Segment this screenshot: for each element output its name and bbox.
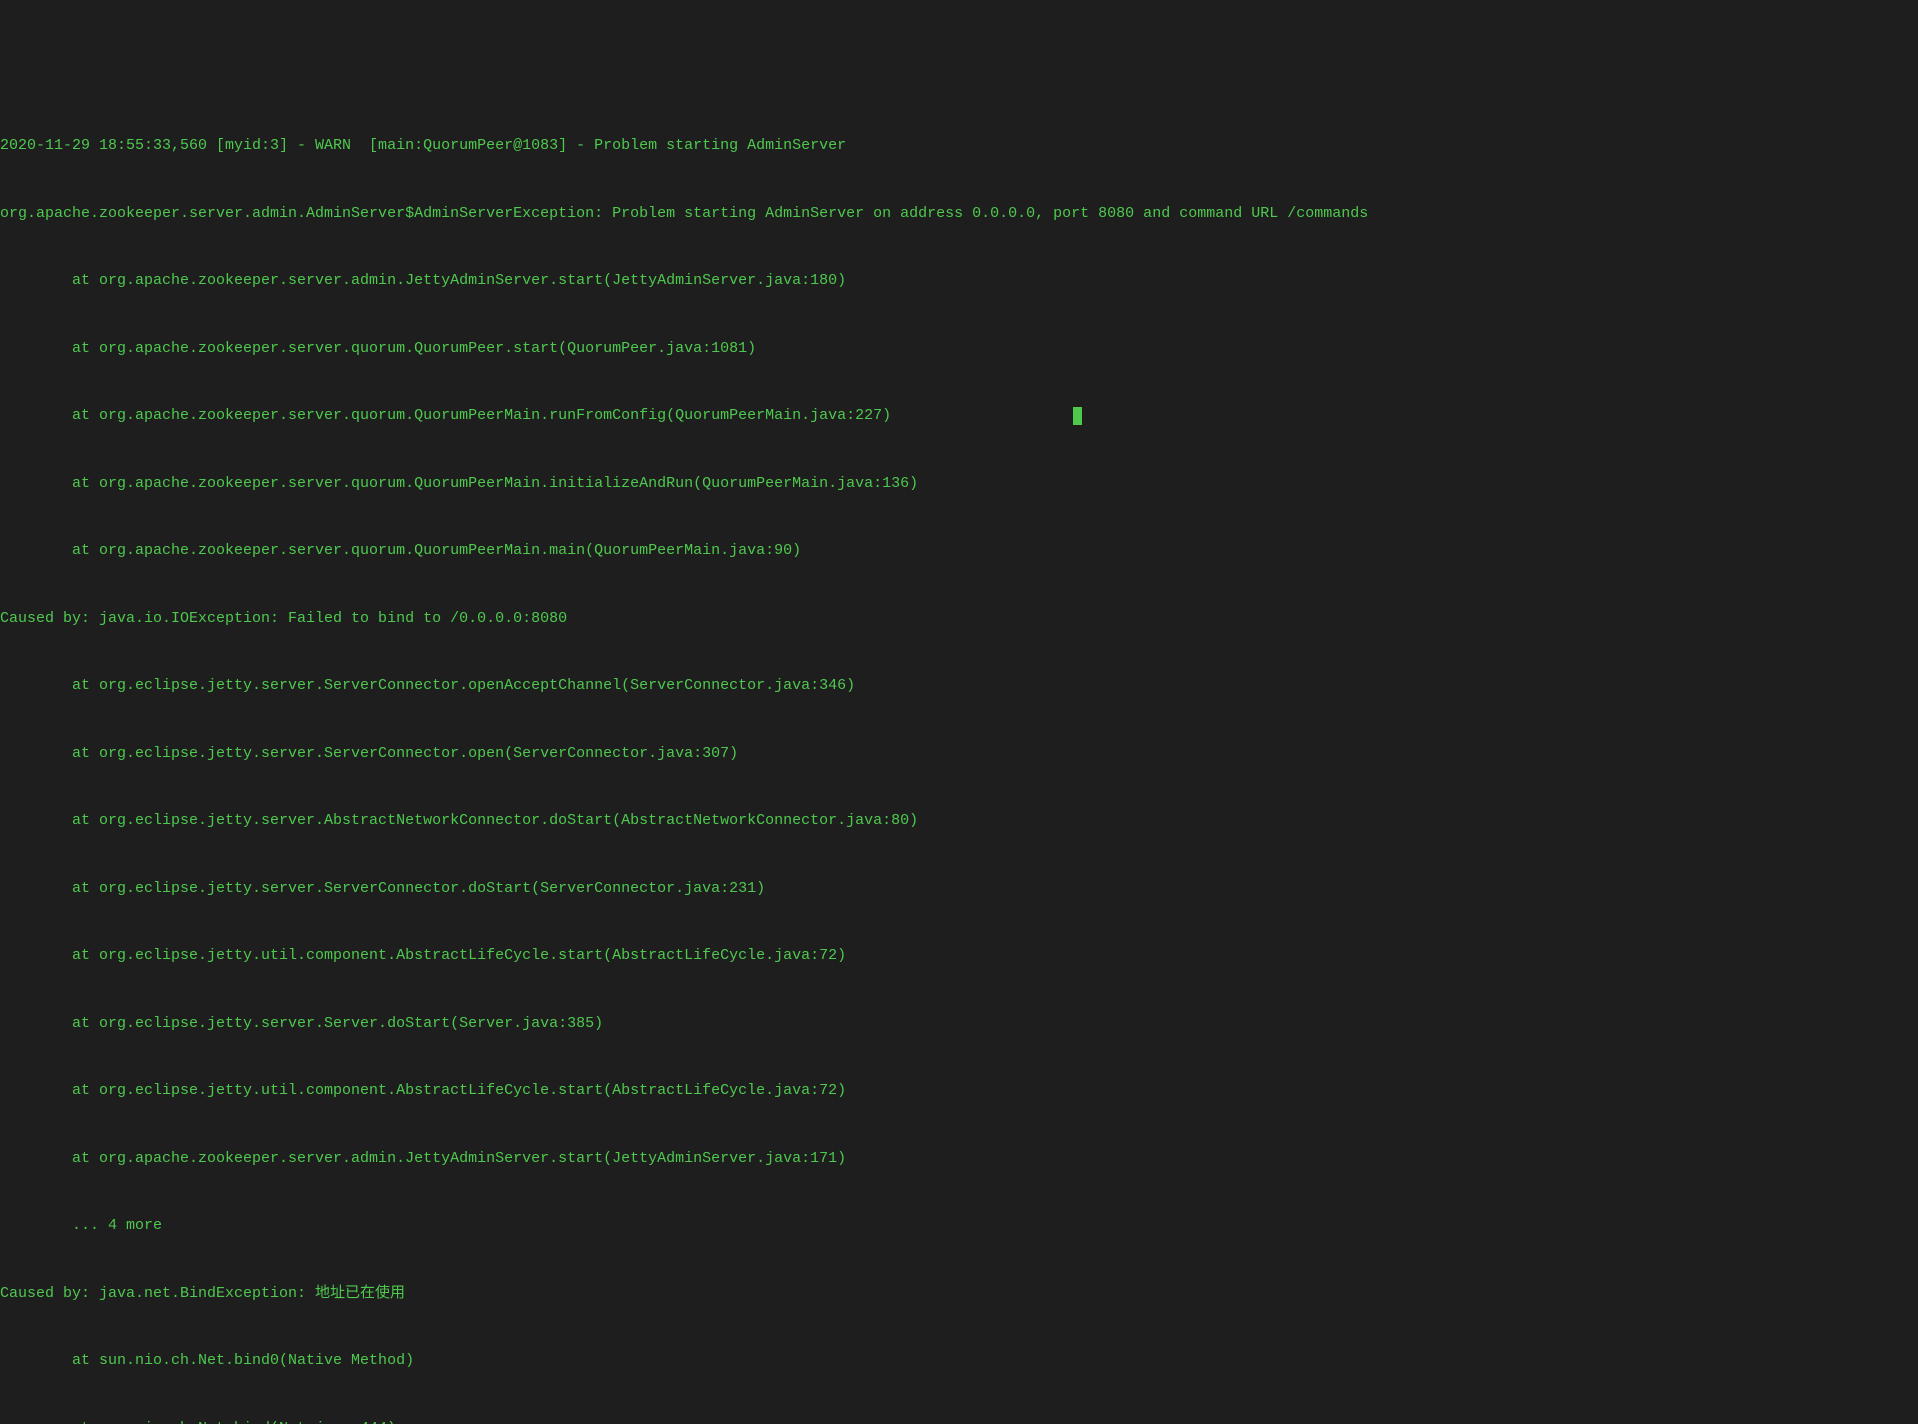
log-line: at org.eclipse.jetty.server.ServerConnec… [0, 743, 1918, 766]
log-line: at org.apache.zookeeper.server.quorum.Qu… [0, 338, 1918, 361]
log-line: at sun.nio.ch.Net.bind0(Native Method) [0, 1350, 1918, 1373]
log-line: Caused by: java.net.BindException: 地址已在使… [0, 1283, 1918, 1306]
terminal-output[interactable]: 2020-11-29 18:55:33,560 [myid:3] - WARN … [0, 90, 1918, 1424]
log-line: at org.eclipse.jetty.server.Server.doSta… [0, 1013, 1918, 1036]
log-line: at org.apache.zookeeper.server.quorum.Qu… [0, 405, 1918, 428]
log-line: ... 4 more [0, 1215, 1918, 1238]
log-line: Caused by: java.io.IOException: Failed t… [0, 608, 1918, 631]
cursor-icon [1073, 407, 1082, 425]
log-line: at org.apache.zookeeper.server.quorum.Qu… [0, 473, 1918, 496]
log-line: org.apache.zookeeper.server.admin.AdminS… [0, 203, 1918, 226]
log-line: at org.eclipse.jetty.server.ServerConnec… [0, 878, 1918, 901]
log-text: at org.apache.zookeeper.server.quorum.Qu… [0, 407, 891, 424]
log-line: at org.apache.zookeeper.server.admin.Jet… [0, 1148, 1918, 1171]
log-line: at sun.nio.ch.Net.bind(Net.java:444) [0, 1418, 1918, 1424]
log-line: at org.eclipse.jetty.server.ServerConnec… [0, 675, 1918, 698]
log-line: at org.eclipse.jetty.server.AbstractNetw… [0, 810, 1918, 833]
log-line: at org.apache.zookeeper.server.quorum.Qu… [0, 540, 1918, 563]
log-line: at org.apache.zookeeper.server.admin.Jet… [0, 270, 1918, 293]
log-line: at org.eclipse.jetty.util.component.Abst… [0, 1080, 1918, 1103]
log-line: 2020-11-29 18:55:33,560 [myid:3] - WARN … [0, 135, 1918, 158]
log-line: at org.eclipse.jetty.util.component.Abst… [0, 945, 1918, 968]
